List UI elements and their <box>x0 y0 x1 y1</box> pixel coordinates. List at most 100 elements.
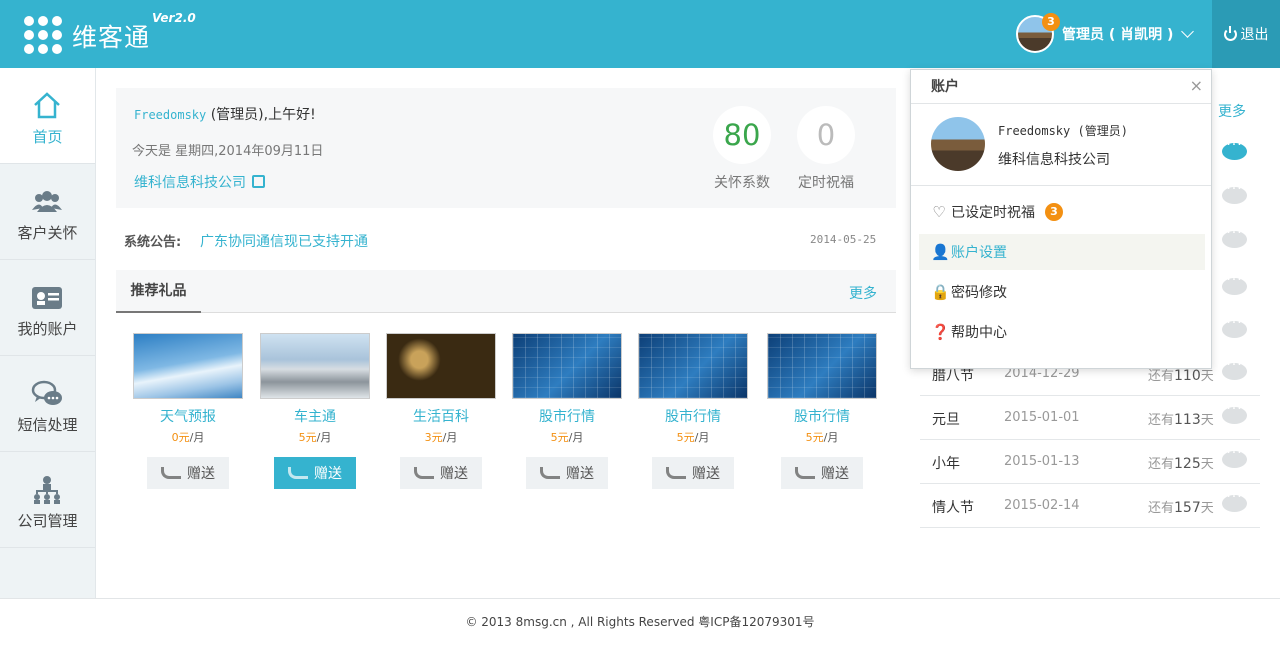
gift-image-weather[interactable] <box>133 333 243 399</box>
send-gift-button[interactable]: 赠送 <box>781 457 863 489</box>
sidebar-item-my-account[interactable]: 我的账户 <box>0 260 95 356</box>
care-value: 80 <box>713 106 771 164</box>
gift-name[interactable]: 股市行情 <box>638 406 748 426</box>
gift-card: 天气预报 0元/月 赠送 <box>133 333 243 489</box>
notice-link[interactable]: 广东协同通信现已支持开通 <box>200 231 368 251</box>
dropdown-user: Freedomsky (管理员) <box>998 124 1128 138</box>
gifts-more-link[interactable]: 更多 <box>849 283 877 303</box>
send-sms-icon[interactable] <box>1222 181 1247 204</box>
username-link[interactable]: Freedomsky <box>134 108 206 122</box>
festival-date: 2015-01-13 <box>1004 454 1080 469</box>
menu-item-label: 账户设置 <box>951 245 1007 261</box>
greeting-text: (管理员),上午好! <box>206 107 316 123</box>
greeting: Freedomsky (管理员),上午好! <box>134 104 316 124</box>
sidebar-item-company[interactable]: 公司管理 <box>0 452 95 548</box>
logo-icon <box>24 16 62 54</box>
send-sms-icon[interactable] <box>1222 137 1247 160</box>
price-unit: /月 <box>694 431 710 444</box>
top-header: 维客通 Ver2.0 管理员 ( 肖凯明 ) 3 退出 <box>0 0 1280 68</box>
care-stat: 80 关怀系数 <box>712 106 772 192</box>
send-sms-icon[interactable] <box>1222 445 1247 468</box>
gift-name[interactable]: 车主通 <box>260 406 370 426</box>
notice-label: 系统公告: <box>124 235 182 250</box>
festival-date: 2015-01-01 <box>1004 410 1080 425</box>
sidebar-item-customer-care[interactable]: 客户关怀 <box>0 164 95 260</box>
festival-remaining: 还有113天 <box>1148 409 1214 428</box>
send-sms-icon[interactable] <box>1222 225 1247 248</box>
festival-remaining: 还有157天 <box>1148 497 1214 516</box>
gift-image-stock[interactable] <box>512 333 622 399</box>
price-amount: 0元 <box>171 431 190 444</box>
send-sms-icon[interactable] <box>1222 272 1247 295</box>
send-sms-icon[interactable] <box>1222 401 1247 424</box>
menu-item-change-password[interactable]: 🔒 密码修改 <box>919 274 1205 310</box>
count-badge: 3 <box>1045 203 1063 221</box>
sidebar: 首页 客户关怀 我的账户 短信处理 公司管理 <box>0 68 96 598</box>
gift-price: 5元/月 <box>767 429 877 445</box>
company-name: 维科信息科技公司 <box>134 175 246 191</box>
menu-item-label: 帮助中心 <box>951 325 1007 341</box>
send-gift-button[interactable]: 赠送 <box>147 457 229 489</box>
gift-card: 股市行情 5元/月 赠送 <box>512 333 622 489</box>
gift-name[interactable]: 生活百科 <box>386 406 496 426</box>
remain-prefix: 还有 <box>1148 501 1175 516</box>
send-sms-icon[interactable] <box>1222 489 1247 512</box>
edit-icon[interactable] <box>252 175 265 188</box>
price-unit: /月 <box>442 431 458 444</box>
send-label: 赠送 <box>692 466 720 482</box>
festival-date: 2015-02-14 <box>1004 498 1080 513</box>
sidebar-item-home[interactable]: 首页 <box>0 68 95 164</box>
gift-hand-icon <box>161 467 181 479</box>
send-gift-button[interactable]: 赠送 <box>274 457 356 489</box>
price-amount: 5元 <box>298 431 317 444</box>
gift-hand-icon <box>795 467 815 479</box>
send-gift-button[interactable]: 赠送 <box>526 457 608 489</box>
home-icon <box>34 92 60 119</box>
menu-item-help-center[interactable]: ❓ 帮助中心 <box>919 314 1205 350</box>
send-gift-button[interactable]: 赠送 <box>652 457 734 489</box>
price-unit: /月 <box>189 431 205 444</box>
remain-suffix: 天 <box>1200 501 1214 516</box>
price-unit: /月 <box>823 431 839 444</box>
festival-row: 元旦 2015-01-01 还有113天 <box>920 396 1260 440</box>
gift-image-car[interactable] <box>260 333 370 399</box>
menu-item-account-settings[interactable]: 👤 账户设置 <box>919 234 1205 270</box>
chevron-down-icon <box>1181 25 1195 38</box>
send-sms-icon[interactable] <box>1222 315 1247 338</box>
date-line: 今天是 星期四,2014年09月11日 <box>132 144 324 159</box>
price-amount: 5元 <box>550 431 569 444</box>
menu-item-timed-greetings[interactable]: ♡ 已设定时祝福 3 <box>919 194 1205 230</box>
gift-price: 5元/月 <box>512 429 622 445</box>
notification-badge: 3 <box>1042 13 1060 31</box>
welcome-card: Freedomsky (管理员),上午好! 今天是 星期四,2014年09月11… <box>116 88 896 208</box>
timed-label: 定时祝福 <box>798 175 854 191</box>
festivals-more-link[interactable]: 更多 <box>1218 101 1246 121</box>
gift-name[interactable]: 股市行情 <box>512 406 622 426</box>
tab-recommended-gifts[interactable]: 推荐礼品 <box>116 270 201 313</box>
send-sms-icon[interactable] <box>1222 357 1247 380</box>
remain-prefix: 还有 <box>1148 369 1175 384</box>
remain-suffix: 天 <box>1200 457 1214 472</box>
logout-button[interactable]: 退出 <box>1212 0 1280 68</box>
gift-image-life[interactable] <box>386 333 496 399</box>
help-icon: ❓ <box>931 323 950 341</box>
gift-image-stock[interactable] <box>638 333 748 399</box>
gift-price: 5元/月 <box>260 429 370 445</box>
users-icon <box>32 191 62 212</box>
close-icon[interactable]: × <box>1190 76 1203 95</box>
gift-hand-icon <box>540 467 560 479</box>
price-amount: 5元 <box>805 431 824 444</box>
gift-name[interactable]: 股市行情 <box>767 406 877 426</box>
user-icon: 👤 <box>931 243 950 261</box>
remain-prefix: 还有 <box>1148 457 1175 472</box>
gift-name[interactable]: 天气预报 <box>133 406 243 426</box>
company-link[interactable]: 维科信息科技公司 <box>134 172 265 192</box>
send-gift-button[interactable]: 赠送 <box>400 457 482 489</box>
logout-label: 退出 <box>1240 27 1269 43</box>
notice-date: 2014-05-25 <box>810 233 877 246</box>
care-label: 关怀系数 <box>714 175 770 191</box>
gift-price: 0元/月 <box>133 429 243 445</box>
gift-image-stock[interactable] <box>767 333 877 399</box>
sidebar-item-sms[interactable]: 短信处理 <box>0 356 95 452</box>
send-label: 赠送 <box>440 466 468 482</box>
